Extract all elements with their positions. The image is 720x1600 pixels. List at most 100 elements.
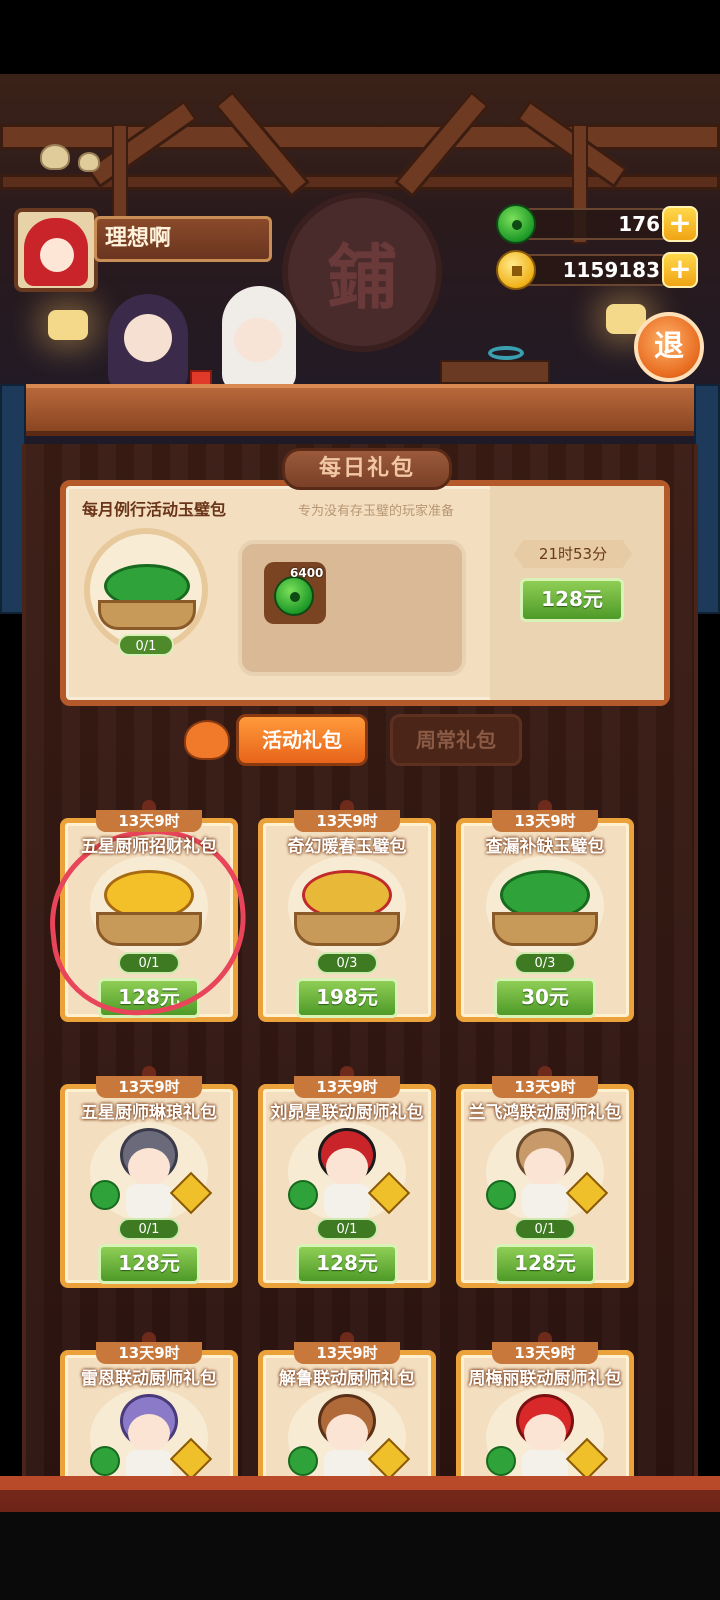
card-art xyxy=(90,1388,213,1488)
shop-sign-text: 鋪 xyxy=(327,235,397,319)
jade-icon xyxy=(274,576,314,616)
card-buy-button[interactable]: 30元 xyxy=(494,978,596,1018)
card-timer: 13天9时 xyxy=(492,810,598,832)
basket-icon xyxy=(294,912,400,946)
basket-icon xyxy=(98,600,196,630)
character-face xyxy=(234,318,282,362)
jade-bracelet xyxy=(488,346,524,360)
card-title: 五星厨师招财礼包 xyxy=(81,837,217,857)
card-title: 奇幻暖春玉璧包 xyxy=(287,837,407,857)
card-art xyxy=(486,1388,609,1488)
card-title: 刘昴星联动厨师礼包 xyxy=(270,1103,424,1123)
coin-icon xyxy=(496,250,536,290)
basket-icon xyxy=(492,912,598,946)
card-progress: 0/1 xyxy=(316,1218,378,1240)
card-art xyxy=(90,1122,213,1222)
gift-pack-card[interactable]: 13天9时奇幻暖春玉璧包 0/3 198元 xyxy=(258,800,436,1022)
card-progress: 0/1 xyxy=(514,1218,576,1240)
roof-beam xyxy=(0,124,720,150)
tab-event-packs[interactable]: 活动礼包 xyxy=(236,714,368,766)
card-title: 雷恩联动厨师礼包 xyxy=(81,1369,217,1389)
tab-weekly-packs[interactable]: 周常礼包 xyxy=(390,714,522,766)
exit-button[interactable]: 退 xyxy=(634,312,704,382)
jade-reward-item[interactable]: 6400 xyxy=(264,562,326,624)
card-art xyxy=(486,1122,609,1222)
card-progress: 0/1 xyxy=(118,1218,180,1240)
reward-quantity: 6400 xyxy=(290,566,324,580)
gift-pack-card[interactable]: 13天9时刘昴星联动厨师礼包 0/1 128元 xyxy=(258,1066,436,1288)
jade-icon xyxy=(288,1180,318,1210)
daily-gift-purchase-area: 21时53分 128元 xyxy=(490,486,664,700)
card-buy-button[interactable]: 128元 xyxy=(494,1244,596,1284)
player-name: 理想啊 xyxy=(94,216,272,262)
card-progress: 0/3 xyxy=(514,952,576,974)
jade-icon xyxy=(90,1180,120,1210)
add-coins-button[interactable]: + xyxy=(662,252,698,288)
coin-amount: 1159183 xyxy=(520,254,670,286)
gift-pack-card[interactable]: 13天9时兰飞鸿联动厨师礼包 0/1 128元 xyxy=(456,1066,634,1288)
bottom-trim xyxy=(0,1476,720,1490)
chef-face-icon xyxy=(524,1414,566,1452)
daily-gift-timer: 21时53分 xyxy=(514,540,632,568)
card-timer: 13天9时 xyxy=(492,1342,598,1364)
daily-gift-progress: 0/1 xyxy=(118,634,174,656)
player-avatar[interactable] xyxy=(14,208,98,292)
card-art xyxy=(486,856,604,956)
card-title: 解鲁联动厨师礼包 xyxy=(279,1369,415,1389)
daily-gift-card[interactable]: 每月例行活动玉璧包 专为没有存玉璧的玩家准备 0/1 6400 21时53分 1… xyxy=(60,480,670,706)
chef-face-icon xyxy=(326,1148,368,1186)
jade-icon xyxy=(90,1446,120,1476)
card-progress: 0/3 xyxy=(316,952,378,974)
jade-icon xyxy=(288,1446,318,1476)
chef-face-icon xyxy=(524,1148,566,1186)
status-bar xyxy=(0,0,720,74)
card-timer: 13天9时 xyxy=(294,810,400,832)
jade-currency: 176 + xyxy=(496,204,700,244)
jade-icon xyxy=(486,1446,516,1476)
candle-lamp xyxy=(48,310,88,340)
card-art xyxy=(288,856,406,956)
book-stack xyxy=(440,360,550,384)
chef-body-icon xyxy=(324,1184,370,1218)
card-art xyxy=(288,1388,411,1488)
daily-gift-title: 每月例行活动玉璧包 xyxy=(82,500,227,519)
chef-face-icon xyxy=(326,1414,368,1452)
card-buy-button[interactable]: 198元 xyxy=(296,978,398,1018)
chef-face-icon xyxy=(128,1148,170,1186)
card-timer: 13天9时 xyxy=(96,810,202,832)
card-timer: 13天9时 xyxy=(492,1076,598,1098)
chick-decoration xyxy=(78,152,100,172)
card-title: 周梅丽联动厨师礼包 xyxy=(468,1369,622,1389)
gift-pack-card[interactable]: 13天9时 五星厨师琳琅礼包 0/1 128元 xyxy=(60,1066,238,1288)
jade-icon xyxy=(486,1180,516,1210)
card-timer: 13天9时 xyxy=(294,1076,400,1098)
chef-body-icon xyxy=(522,1184,568,1218)
daily-gift-header: 每日礼包 xyxy=(282,448,452,490)
card-buy-button[interactable]: 128元 xyxy=(98,1244,200,1284)
card-art xyxy=(288,1122,411,1222)
gift-pack-card[interactable]: 13天9时查漏补缺玉璧包 0/3 30元 xyxy=(456,800,634,1022)
system-nav-bar xyxy=(0,1512,720,1600)
jade-amount: 176 xyxy=(520,208,670,240)
daily-gift-contents: 6400 xyxy=(238,540,466,676)
chef-body-icon xyxy=(126,1184,172,1218)
jade-icon xyxy=(496,204,536,244)
card-timer: 13天9时 xyxy=(294,1342,400,1364)
chick-decoration xyxy=(40,144,70,170)
character-face xyxy=(124,314,172,362)
daily-gift-subtitle: 专为没有存玉璧的玩家准备 xyxy=(297,504,454,519)
card-buy-button[interactable]: 128元 xyxy=(296,1244,398,1284)
card-title: 五星厨师琳琅礼包 xyxy=(81,1103,217,1123)
daily-gift-buy-button[interactable]: 128元 xyxy=(520,578,624,622)
shop-counter xyxy=(0,384,720,436)
avatar-face xyxy=(40,238,74,272)
card-timer: 13天9时 xyxy=(96,1342,202,1364)
shop-scene: 鋪 理想啊 176 + 1159183 + 退 xyxy=(0,74,720,444)
add-jade-button[interactable]: + xyxy=(662,206,698,242)
chef-face-icon xyxy=(128,1414,170,1452)
shop-sign: 鋪 xyxy=(282,192,442,352)
cat-mascot-icon xyxy=(184,720,230,760)
coin-currency: 1159183 + xyxy=(496,250,700,290)
card-title: 兰飞鸿联动厨师礼包 xyxy=(468,1103,622,1123)
card-title: 查漏补缺玉璧包 xyxy=(485,837,605,857)
